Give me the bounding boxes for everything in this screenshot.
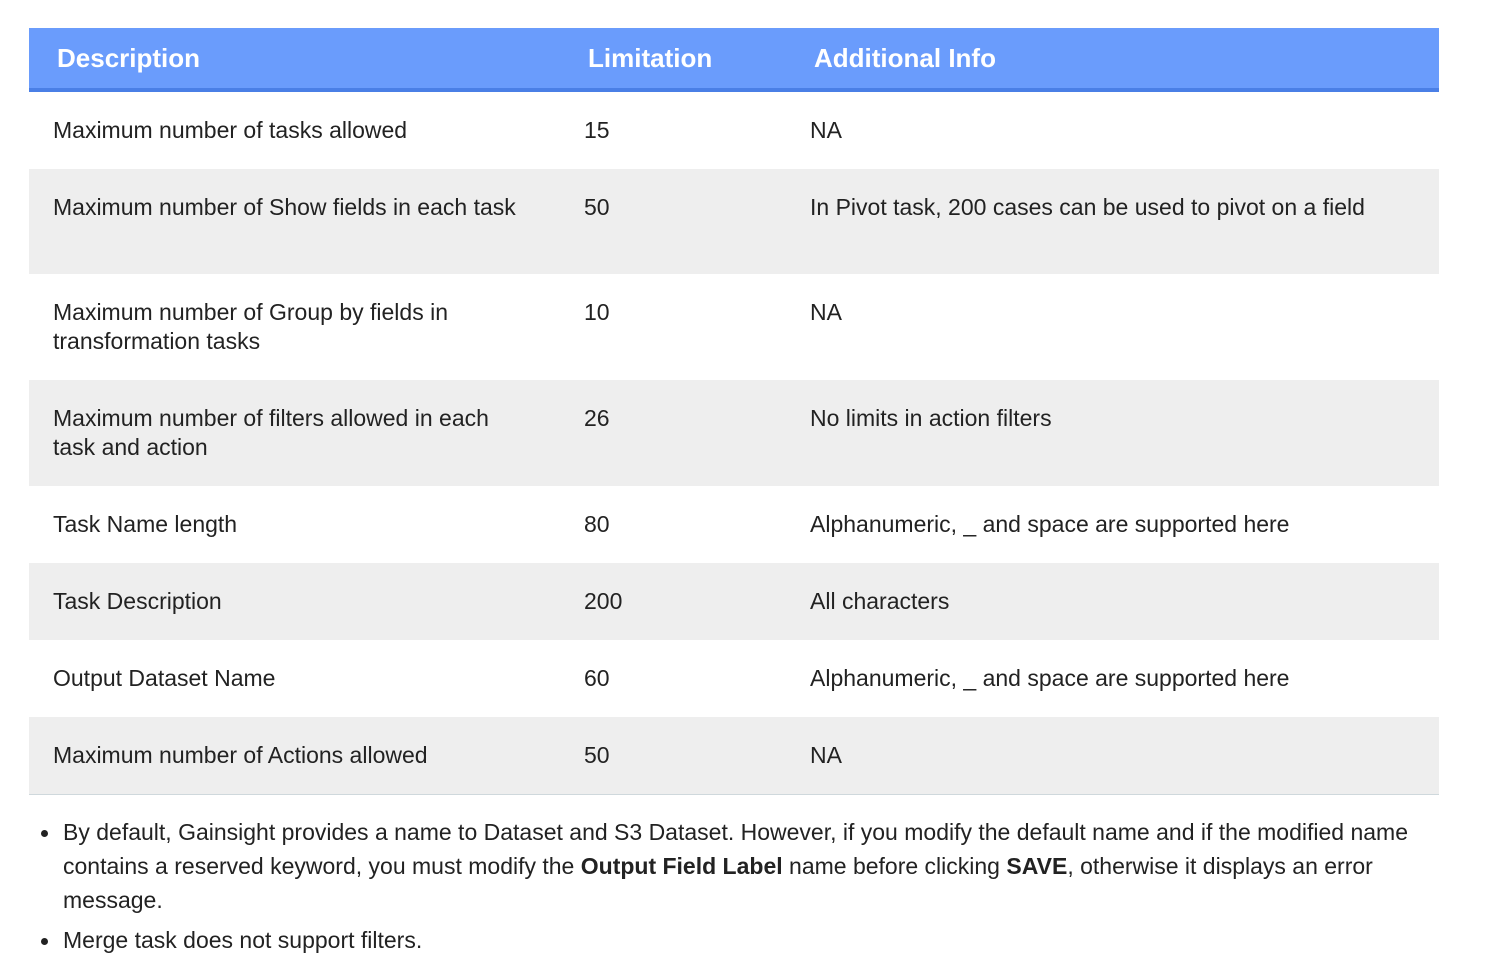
- note-text: Merge task does not support filters.: [63, 927, 423, 953]
- notes-list: By default, Gainsight provides a name to…: [29, 815, 1439, 963]
- save-emphasis: SAVE: [1006, 853, 1068, 879]
- cell-limitation: 200: [560, 563, 786, 640]
- limitations-table: Description Limitation Additional Info M…: [29, 28, 1439, 795]
- cell-description: Maximum number of Actions allowed: [29, 717, 560, 795]
- table-row: Maximum number of tasks allowed 15 NA: [29, 90, 1439, 169]
- bullet-icon: [41, 830, 48, 837]
- cell-additional-info: Alphanumeric, _ and space are supported …: [786, 486, 1439, 563]
- cell-limitation: 60: [560, 640, 786, 717]
- table-row: Task Name length 80 Alphanumeric, _ and …: [29, 486, 1439, 563]
- bullet-icon: [41, 938, 48, 945]
- cell-description: Maximum number of Show fields in each ta…: [29, 169, 560, 274]
- table-row: Task Description 200 All characters: [29, 563, 1439, 640]
- table-header: Description Limitation Additional Info: [29, 28, 1439, 92]
- cell-limitation: 26: [560, 380, 786, 486]
- cell-additional-info: NA: [786, 274, 1439, 380]
- note-text: name before clicking: [782, 853, 1007, 879]
- table-row: Maximum number of Show fields in each ta…: [29, 169, 1439, 274]
- cell-description: Output Dataset Name: [29, 640, 560, 717]
- cell-limitation: 80: [560, 486, 786, 563]
- cell-limitation: 10: [560, 274, 786, 380]
- cell-additional-info: Alphanumeric, _ and space are supported …: [786, 640, 1439, 717]
- cell-description: Task Name length: [29, 486, 560, 563]
- list-item: Merge task does not support filters.: [29, 923, 1439, 957]
- cell-limitation: 50: [560, 169, 786, 274]
- table-row: Maximum number of Group by fields in tra…: [29, 274, 1439, 380]
- output-field-label-emphasis: Output Field Label: [580, 853, 783, 879]
- cell-description: Maximum number of Group by fields in tra…: [29, 274, 560, 380]
- header-limitation: Limitation: [560, 28, 786, 92]
- cell-limitation: 15: [560, 90, 786, 169]
- cell-limitation: 50: [560, 717, 786, 795]
- cell-additional-info: In Pivot task, 200 cases can be used to …: [786, 169, 1439, 274]
- cell-additional-info: NA: [786, 717, 1439, 795]
- cell-description: Task Description: [29, 563, 560, 640]
- table-row: Output Dataset Name 60 Alphanumeric, _ a…: [29, 640, 1439, 717]
- table-row: Maximum number of filters allowed in eac…: [29, 380, 1439, 486]
- cell-additional-info: NA: [786, 90, 1439, 169]
- cell-description: Maximum number of tasks allowed: [29, 90, 560, 169]
- list-item: By default, Gainsight provides a name to…: [29, 815, 1439, 917]
- header-additional-info: Additional Info: [786, 28, 1439, 92]
- cell-additional-info: All characters: [786, 563, 1439, 640]
- header-description: Description: [29, 28, 560, 92]
- table-row: Maximum number of Actions allowed 50 NA: [29, 717, 1439, 795]
- table-body: Maximum number of tasks allowed 15 NA Ma…: [29, 90, 1439, 795]
- cell-additional-info: No limits in action filters: [786, 380, 1439, 486]
- header-row: Description Limitation Additional Info: [29, 28, 1439, 92]
- cell-description: Maximum number of filters allowed in eac…: [29, 380, 560, 486]
